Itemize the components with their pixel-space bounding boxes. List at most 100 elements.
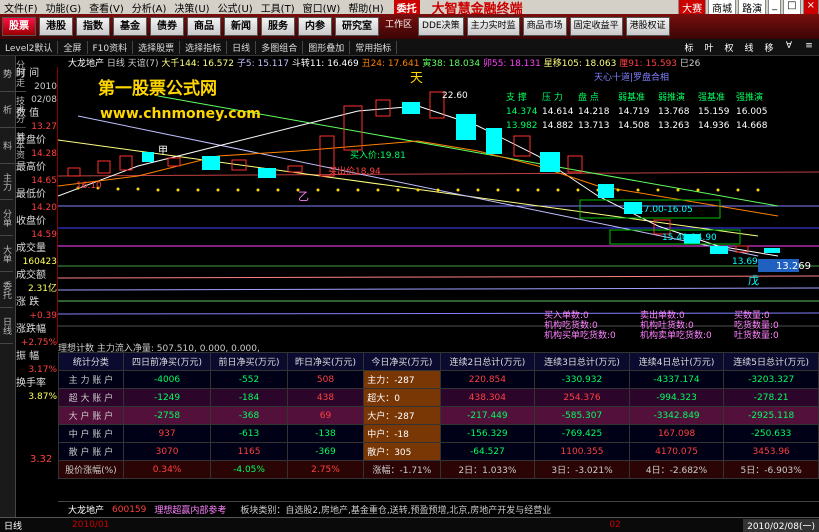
ma-0: 大千144: 16.572: [161, 59, 234, 69]
menu-tools[interactable]: 工具(T): [257, 0, 299, 15]
status-view[interactable]: 日线: [0, 519, 26, 532]
num-value: 13.27: [31, 122, 57, 132]
side-tab-main[interactable]: 主力: [0, 164, 13, 200]
tab-commodity[interactable]: 商品: [187, 17, 221, 36]
period-daily[interactable]: 日线: [227, 40, 257, 54]
plate-stock-name: 大龙地产: [68, 506, 105, 516]
menu-window[interactable]: 窗口(W): [299, 0, 345, 15]
support-r2-0: 13.982: [506, 121, 538, 131]
chart-toolbar: Level2默认 全屏 F10资料 选择股票 选择指标 日线 多图组合 图形叠加…: [0, 39, 819, 56]
tab-stock[interactable]: 股票: [2, 17, 36, 36]
cell: -585.307: [534, 406, 630, 425]
tool-move[interactable]: 移: [759, 41, 779, 54]
menu-analysis[interactable]: 分析(A): [128, 0, 171, 15]
tab-fund[interactable]: 基金: [113, 17, 147, 36]
tab-main-realtime[interactable]: 主力实时监: [466, 17, 520, 36]
order-stat-6: 机构买单吃货数:0: [544, 329, 616, 341]
support-table: 支 撑 压 力 盘 点 弱基准 弱推演 强基准 强推演 14.374 14.61…: [506, 91, 768, 131]
kline-chart[interactable]: 第一股票公式网 www.chnmoney.com 天 22.60 天心十道|罗盘…: [58, 56, 819, 341]
menu-view[interactable]: 查看(V): [85, 0, 128, 15]
menu-decision[interactable]: 决策(U): [170, 0, 213, 15]
stock-name: 大龙地产: [68, 59, 105, 69]
yi-mark: 乙: [298, 190, 309, 203]
cell: 4170.075: [628, 442, 725, 461]
tool-right[interactable]: 权: [719, 41, 739, 54]
tool-mark[interactable]: 标: [679, 41, 699, 54]
status-date-right: 2010/02/08(一): [743, 518, 819, 532]
table-row: 股价涨幅(%) 0.34% -4.05% 2.75% 涨幅：-1.71% 2日：…: [58, 460, 819, 479]
menu-help[interactable]: 帮助(H): [344, 0, 387, 15]
cell: 0.34%: [122, 460, 212, 479]
table-header-row: 统计分类 四日前净买(万元) 前日净买(万元) 昨日净买(万元) 今日净买(万元…: [58, 352, 819, 371]
table-row: 超 大 账 户 -1249 -184 438 超大：0 438.304 254.…: [58, 388, 819, 407]
level2-default[interactable]: Level2默认: [0, 40, 59, 54]
support-r1-6: 16.005: [736, 107, 768, 117]
tool-line[interactable]: 线: [739, 41, 759, 54]
tab-hk[interactable]: 港股: [39, 17, 73, 36]
cell: 438.304: [439, 388, 536, 407]
tab-commodity-market[interactable]: 商品市场: [522, 17, 567, 36]
side-tab-split[interactable]: 分单: [0, 200, 13, 236]
tab-research[interactable]: 研究室: [335, 17, 379, 36]
select-indicator-button[interactable]: 选择指标: [180, 40, 228, 54]
tab-news[interactable]: 新闻: [224, 17, 258, 36]
row-label: 大 户 账 户: [58, 406, 124, 425]
side-tab-bigorder[interactable]: 大单: [0, 236, 13, 272]
tab-service[interactable]: 服务: [261, 17, 295, 36]
tool-forall[interactable]: ∀: [779, 41, 799, 54]
tab-bond[interactable]: 债券: [150, 17, 184, 36]
order-stat-5: 吃货数量:0: [734, 319, 779, 331]
row-label: 主 力 账 户: [58, 370, 124, 389]
common-indicator-button[interactable]: 常用指标: [350, 40, 398, 54]
f10-button[interactable]: F10资料: [88, 40, 134, 54]
tab-hk-warrant[interactable]: 港股权证: [625, 17, 670, 36]
order-stat-1: 卖出单数:0: [640, 309, 685, 321]
fullscreen-button[interactable]: 全屏: [58, 40, 88, 54]
tab-dde[interactable]: DDE决策: [418, 17, 464, 36]
overlay-button[interactable]: 图形叠加: [303, 40, 351, 54]
status-date-left: 2010/01: [72, 520, 110, 530]
tab-fixed-income[interactable]: 固定收益平: [569, 17, 623, 36]
ma-4: 寅38: 18.034: [422, 59, 481, 69]
select-stock-button[interactable]: 选择股票: [133, 40, 181, 54]
tab-insider[interactable]: 内参: [298, 17, 332, 36]
price-top-label: 22.60: [442, 91, 468, 101]
cell: -2925.118: [723, 406, 819, 425]
watermark-url: www.chnmoney.com: [100, 106, 261, 122]
support-r1-5: 15.159: [698, 107, 730, 117]
side-tab-orders[interactable]: 委托: [0, 272, 13, 308]
tab-workspace[interactable]: 工作区: [382, 17, 415, 36]
price-low-label: 13.69: [732, 257, 758, 267]
plate-text: 板块类别：自选股2,房地产,基金重仓,送转,预盈预增,北京,房地产开发与经营业: [240, 506, 552, 516]
cell: 1100.355: [534, 442, 630, 461]
menu-formula[interactable]: 公式(U): [214, 0, 257, 15]
menu-file[interactable]: 文件(F): [0, 0, 42, 15]
cell: 508: [286, 370, 365, 389]
order-stats: 买入单数:0 卖出单数:0 买数量:0 机构吃货数:0 机构吐货数:0 吃货数量…: [544, 309, 779, 341]
quote-info-panel: 时 间 2010 02/08 数 值 13.27 开盘价 14.28 最高价 1…: [16, 67, 58, 402]
cell: -3203.327: [723, 370, 819, 389]
support-r2-4: 13.263: [658, 121, 690, 131]
ma-1: 子5: 15.117: [236, 59, 289, 69]
multi-chart-button[interactable]: 多图组合: [256, 40, 304, 54]
col-category: 统计分类: [58, 352, 124, 371]
row-label: 散 户 账 户: [58, 442, 124, 461]
jia-mark: 甲: [158, 146, 168, 157]
support-r1-2: 14.218: [578, 107, 610, 117]
cell-today: 大户：-287: [363, 406, 441, 425]
col-2day: 前日净买(万元): [210, 352, 288, 371]
cell: -552: [210, 370, 288, 389]
date-value: 02/08: [31, 95, 57, 105]
status-mark: 02: [609, 520, 621, 530]
side-tab-daily[interactable]: 日线: [0, 308, 13, 344]
tab-index[interactable]: 指数: [76, 17, 110, 36]
sell-signal: 买出价18.94: [328, 165, 381, 177]
tool-menu[interactable]: ≡: [799, 41, 819, 54]
tool-leaf[interactable]: 叶: [699, 41, 719, 54]
cell: -4006: [122, 370, 212, 389]
weituo-button[interactable]: 委托: [393, 0, 420, 15]
support-header-4: 弱推演: [658, 91, 685, 103]
ma-8: 巳26: [679, 59, 701, 69]
menu-function[interactable]: 功能(G): [42, 0, 86, 15]
cell: -368: [210, 406, 288, 425]
